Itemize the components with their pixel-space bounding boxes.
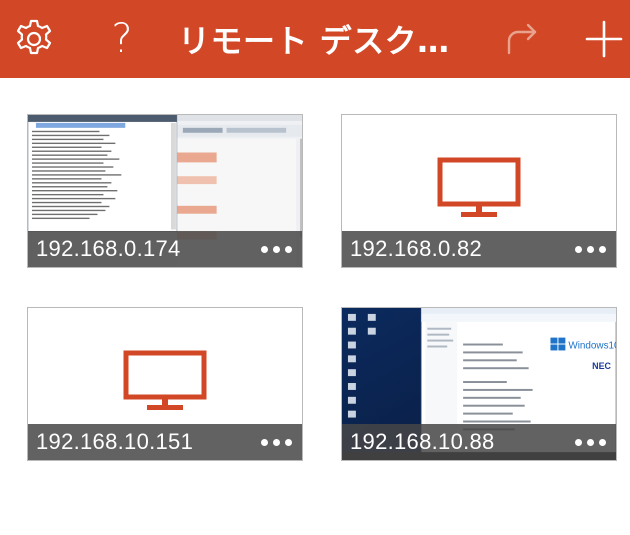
connection-host: 192.168.0.82 [350,236,483,261]
more-options-button[interactable] [261,231,292,267]
plus-icon [585,20,623,58]
redo-icon [507,23,537,55]
connection-tile[interactable]: Windows10 NEC 192.168.10.88 [341,307,617,461]
connection-tile[interactable]: 192.168.0.82 [341,114,617,268]
help-icon: ? [111,16,133,62]
connection-host: 192.168.0.174 [36,236,181,261]
tile-caption: 192.168.10.88 [342,424,616,460]
connection-tile[interactable]: 192.168.0.174 [27,114,303,268]
more-options-button[interactable] [261,424,292,460]
windows10-logo-text: Windows10 [568,340,616,351]
more-options-button[interactable] [575,231,606,267]
tile-caption: 192.168.0.82 [342,231,616,267]
connection-tile[interactable]: 192.168.10.151 [27,307,303,461]
monitor-icon [437,157,521,217]
app-header: ? リモート デスク… [0,0,630,78]
nec-logo-text: NEC [592,361,611,371]
add-connection-button[interactable] [578,0,630,78]
tile-caption: 192.168.10.151 [28,424,302,460]
monitor-icon [123,350,207,410]
more-options-button[interactable] [575,424,606,460]
gear-icon [16,19,52,55]
connection-host: 192.168.10.151 [36,429,194,454]
connection-host: 192.168.10.88 [350,429,495,454]
settings-button[interactable] [10,0,58,78]
tile-caption: 192.168.0.174 [28,231,302,267]
redo-button[interactable] [496,0,548,78]
page-title: リモート デスク… [178,22,450,60]
help-button[interactable]: ? [100,0,144,78]
